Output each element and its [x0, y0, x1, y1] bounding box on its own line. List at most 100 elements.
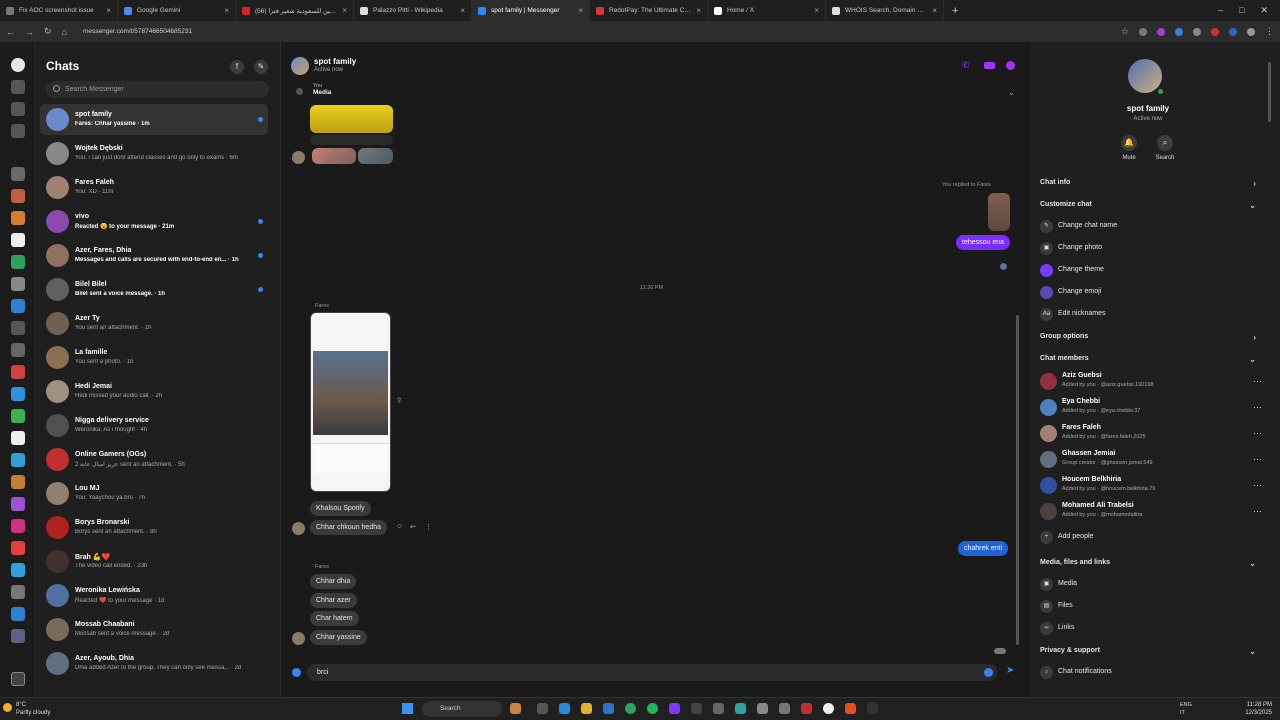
chat-list-item[interactable]: Hedi Jemai Hedi missed your audio call. ·…	[40, 376, 268, 407]
shortcut-icon[interactable]	[11, 343, 25, 357]
shared-image[interactable]	[358, 148, 393, 164]
taskbar-app-icon[interactable]	[669, 703, 680, 714]
shortcut-icon[interactable]	[11, 365, 25, 379]
home-icon[interactable]: ⌂	[62, 27, 67, 37]
browser-tab[interactable]: spot family | Messenger ×	[472, 0, 590, 21]
new-message-icon[interactable]: ✎	[254, 60, 268, 74]
chat-list-item[interactable]: Wojtek Dębski You: i can just dont attend…	[40, 138, 268, 169]
replied-image[interactable]	[988, 193, 1010, 231]
forward-icon[interactable]: →	[25, 27, 34, 37]
archive-icon[interactable]	[11, 124, 25, 138]
shortcut-icon[interactable]	[11, 233, 25, 247]
chat-list-item[interactable]: Mossab Chaabani Mossab sent a voice messa…	[40, 614, 268, 645]
chat-list-item[interactable]: Brah 💪❤️ The video call ended. · 23h	[40, 546, 268, 577]
clock[interactable]: 11:28 PM 12/3/2025	[1245, 701, 1272, 717]
shortcut-icon[interactable]	[11, 189, 25, 203]
language-indicator[interactable]: ENG IT	[1180, 701, 1192, 717]
send-icon[interactable]: ➤	[1006, 666, 1016, 676]
media-files-links-section[interactable]: Media, files and links ⌄	[1040, 559, 1256, 568]
taskbar-app-icon[interactable]	[510, 703, 521, 714]
taskbar-search[interactable]: Search	[422, 701, 502, 717]
group-avatar[interactable]	[1128, 59, 1162, 93]
chrome-icon[interactable]	[625, 703, 636, 714]
shortcut-icon[interactable]	[11, 585, 25, 599]
shortcut-icon[interactable]	[11, 541, 25, 555]
shortcut-icon[interactable]	[11, 167, 25, 181]
taskbar-app-icon[interactable]	[757, 703, 768, 714]
outgoing-message[interactable]: chahrek enti	[958, 541, 1009, 556]
browser-tab[interactable]: Palazzo Pitti - Wikipedia ×	[354, 0, 472, 21]
pinned-media[interactable]: You Media	[313, 83, 331, 96]
url-field[interactable]: messenger.com/t/5787466504685231	[83, 28, 192, 35]
chat-list-item[interactable]: Azer, Fares, Dhia Messages and calls are …	[40, 240, 268, 271]
phone-call-icon[interactable]: ✆	[962, 61, 971, 70]
shortcut-icon[interactable]	[11, 409, 25, 423]
close-icon[interactable]: ×	[224, 6, 229, 15]
chat-list-item[interactable]: Azer Ty You sent an attachment. · 1h	[40, 308, 268, 339]
more-options-icon[interactable]: ⋯	[1253, 480, 1262, 491]
shortcut-icon[interactable]	[11, 607, 25, 621]
chat-list-item[interactable]: Nigga delivery service Weronika: As i tho…	[40, 410, 268, 441]
chat-list-item[interactable]: vivo Reacted 😮 to your message · 21m	[40, 206, 268, 237]
chat-list-item[interactable]: La famille You sent a photo. · 1h	[40, 342, 268, 373]
change-photo-button[interactable]: ▣ Change photo	[1040, 240, 1256, 258]
conversation-title[interactable]: spot family	[314, 57, 356, 66]
media-button[interactable]: ▣ Media	[1040, 576, 1256, 594]
shortcut-icon[interactable]	[11, 387, 25, 401]
shortcut-icon[interactable]	[11, 211, 25, 225]
shortcut-icon[interactable]	[11, 321, 25, 335]
sender-avatar[interactable]	[292, 632, 305, 645]
conversation-info-icon[interactable]	[1006, 61, 1015, 70]
mute-button[interactable]: 🔔 Mute	[1109, 135, 1149, 161]
settings-icon[interactable]	[779, 703, 790, 714]
file-explorer-icon[interactable]	[581, 703, 592, 714]
incoming-message[interactable]: Chhar dhia	[310, 574, 357, 589]
shortcut-icon[interactable]	[11, 475, 25, 489]
chat-list-item[interactable]: Weronika Lewińska Reacted ❤️ to your mess…	[40, 580, 268, 611]
marketplace-icon[interactable]	[11, 80, 25, 94]
extension-icon[interactable]	[1229, 27, 1237, 36]
incoming-message[interactable]: Khalsou Spotify	[310, 501, 371, 516]
conversation-scrollbar[interactable]	[1016, 315, 1019, 645]
maximize-icon[interactable]: □	[1239, 5, 1244, 16]
extension-icon[interactable]	[1193, 27, 1201, 36]
chat-list-item[interactable]: Fares Faleh You: XD · 11m	[40, 172, 268, 203]
change-emoji-button[interactable]: Change emoji	[1040, 284, 1256, 302]
chats-icon[interactable]	[11, 58, 25, 72]
back-icon[interactable]: ←	[6, 27, 15, 37]
close-icon[interactable]: ×	[578, 6, 583, 15]
menu-icon[interactable]: ⋮	[1265, 26, 1274, 37]
files-button[interactable]: ▤ Files	[1040, 598, 1256, 616]
search-conversation-button[interactable]: ⌕ Search	[1145, 135, 1185, 161]
shortcut-icon[interactable]	[11, 453, 25, 467]
browser-tab[interactable]: (56) رادمين للسعودية شعير فترا ×	[236, 0, 354, 21]
facebook-icon[interactable]: f	[230, 60, 244, 74]
terminal-icon[interactable]	[867, 703, 878, 714]
bookmark-star-icon[interactable]: ☆	[1121, 26, 1129, 37]
shortcut-icon[interactable]	[11, 563, 25, 577]
task-view-icon[interactable]	[537, 703, 548, 714]
shared-image[interactable]	[312, 148, 356, 164]
edge-icon[interactable]	[559, 703, 570, 714]
close-icon[interactable]: ×	[932, 6, 937, 15]
change-chat-name-button[interactable]: ✎ Change chat name	[1040, 218, 1256, 236]
extension-icon[interactable]	[1211, 27, 1219, 36]
shortcut-icon[interactable]	[11, 629, 25, 643]
member-row[interactable]: Ghassen Jemiai Group creator · @ghassen.j…	[1040, 448, 1266, 472]
chat-list-item[interactable]: Borys Bronarski Borys sent an attachment.…	[40, 512, 268, 543]
conversation-avatar[interactable]	[291, 57, 309, 75]
more-options-icon[interactable]: ⋯	[1253, 454, 1262, 465]
incoming-message[interactable]: Chhar chkoun hedha	[310, 520, 387, 535]
browser-tab[interactable]: RedotPay: The Ultimate Crypto ×	[590, 0, 708, 21]
incoming-message[interactable]: Chhar azer	[310, 593, 357, 608]
extension-icon[interactable]	[1139, 27, 1147, 36]
weather-widget[interactable]: 8°C Partly cloudy	[16, 701, 50, 717]
chat-list-item[interactable]: Azer, Ayoub, Dhia Dhia added Azer to the …	[40, 648, 268, 679]
taskbar-app-icon[interactable]	[801, 703, 812, 714]
incoming-message[interactable]: Chhar yassine	[310, 630, 367, 645]
shortcut-icon[interactable]	[11, 277, 25, 291]
more-options-icon[interactable]: ⋯	[1253, 402, 1262, 413]
minimize-icon[interactable]: –	[1218, 5, 1223, 16]
close-icon[interactable]: ×	[106, 6, 111, 15]
shortcut-icon[interactable]	[11, 431, 25, 445]
